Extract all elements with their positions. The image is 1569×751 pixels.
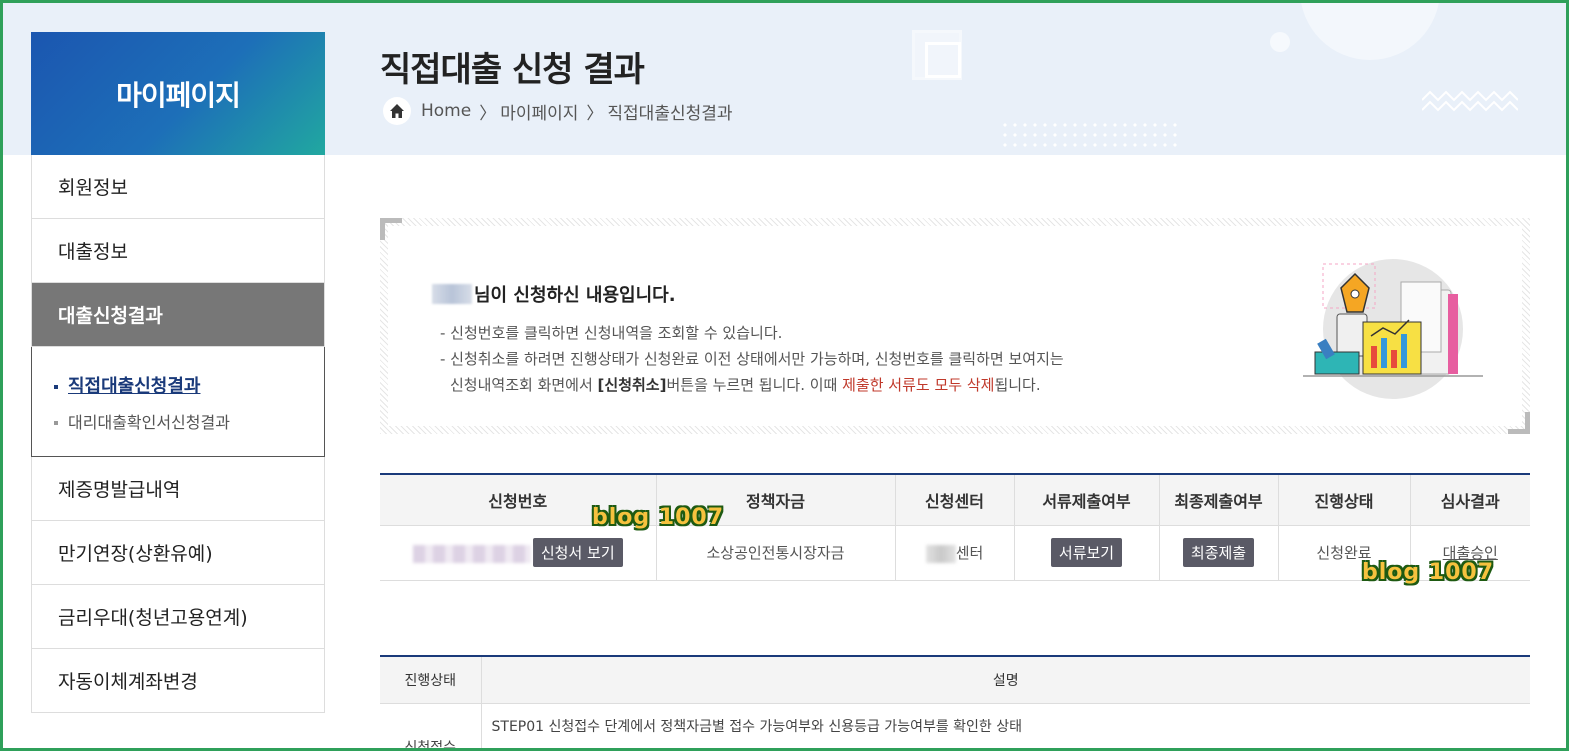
column-header: 진행상태 (1278, 474, 1411, 526)
notice-box: 님이 신청하신 내용입니다. - 신청번호를 클릭하면 신청내역을 조회할 수 … (380, 218, 1530, 434)
cell-fund: 소상공인전통시장자금 (656, 525, 896, 581)
cell-status: 신청접수 (380, 703, 482, 751)
column-header: 서류제출여부 (1014, 474, 1160, 526)
view-documents-button[interactable]: 서류보기 (1050, 538, 1123, 567)
home-icon[interactable] (383, 97, 411, 125)
notice-line-1: - 신청번호를 클릭하면 신청내역을 조회할 수 있습니다. (440, 324, 783, 342)
decor-circle (1300, 0, 1440, 60)
bullet-icon (54, 421, 58, 425)
column-header: 진행상태 (380, 656, 482, 704)
cell-apply-number: 신청서 보기 (380, 525, 657, 581)
notice-heading: 님이 신청하신 내용입니다. (432, 281, 676, 307)
sidebar-item-member-info[interactable]: 회원정보 (32, 155, 324, 219)
decor-zigzag (1422, 90, 1518, 112)
table-header-row: 신청번호 정책자금 신청센터 서류제출여부 최종제출여부 진행상태 심사결과 (380, 474, 1530, 526)
cell-final: 최종제출 (1159, 525, 1279, 581)
notice-line-3: 신청내역조회 화면에서 [신청취소]버튼을 누르면 됩니다. 이때 제출한 서류… (440, 372, 1064, 398)
sidebar-item-loan-info[interactable]: 대출정보 (32, 219, 324, 283)
loan-result-table: 신청번호 정책자금 신청센터 서류제출여부 최종제출여부 진행상태 심사결과 신… (380, 473, 1530, 581)
sidebar-menu: 회원정보 대출정보 대출신청결과 직접대출신청결과 대리대출확인서신청결과 제증… (31, 155, 325, 713)
table-row: 신청서 보기 소상공인전통시장자금 센터 서류보기 최종제출 신청완료 대출승인 (380, 525, 1530, 581)
table-row: 신청접수 STEP01 신청접수 단계에서 정책자금별 접수 가능여부와 신용등… (380, 703, 1530, 751)
sidebar-title: 마이페이지 (31, 32, 325, 155)
redacted-name (432, 284, 472, 304)
breadcrumb-mypage[interactable]: 마이페이지 (500, 99, 578, 124)
notice-line-3b: [신청취소] (597, 376, 667, 394)
page-title: 직접대출 신청 결과 (380, 50, 645, 90)
decor-square (925, 42, 961, 78)
breadcrumb: Home 〉 마이페이지 〉 직접대출신청결과 (383, 97, 733, 125)
table-header-row: 진행상태 설명 (380, 656, 1530, 704)
decor-dots (1000, 120, 1180, 150)
corner-decoration (380, 218, 402, 240)
sidebar-item-certificates[interactable]: 제증명발급내역 (32, 457, 324, 521)
watermark-text: blog 1007 (1362, 560, 1495, 585)
sidebar-item-auto-transfer[interactable]: 자동이체계좌변경 (32, 649, 324, 713)
submenu-item-label: 직접대출신청결과 (68, 376, 201, 397)
decor-dot (1270, 32, 1290, 52)
center-suffix: 센터 (955, 544, 984, 562)
notice-line-2: - 신청취소를 하려면 진행상태가 신청완료 이전 상태에서만 가능하며, 신청… (440, 350, 1064, 368)
submenu-item-direct-loan-results[interactable]: 직접대출신청결과 (54, 369, 324, 405)
view-application-button[interactable]: 신청서 보기 (532, 538, 623, 567)
submenu-item-label: 대리대출확인서신청결과 (68, 413, 230, 432)
submenu-item-proxy-loan-results[interactable]: 대리대출확인서신청결과 (54, 405, 324, 441)
redacted-center (925, 544, 956, 563)
notice-line-3e: 됩니다. (994, 376, 1041, 394)
sidebar-item-maturity-extension[interactable]: 만기연장(상환유예) (32, 521, 324, 585)
bullet-icon (54, 385, 58, 389)
chevron-right-icon: 〉 (479, 103, 497, 124)
redacted-apply-number[interactable] (412, 544, 531, 563)
cell-center: 센터 (895, 525, 1015, 581)
notice-heading-text: 님이 신청하신 내용입니다. (474, 285, 676, 306)
column-header: 심사결과 (1410, 474, 1530, 526)
notice-warning: 제출한 서류도 모두 삭제 (842, 376, 995, 394)
cell-docs: 서류보기 (1014, 525, 1160, 581)
notice-inner: 님이 신청하신 내용입니다. - 신청번호를 클릭하면 신청내역을 조회할 수 … (380, 218, 1530, 434)
notice-line-3a: 신청내역조회 화면에서 (450, 376, 598, 394)
column-header: 최종제출여부 (1159, 474, 1279, 526)
sidebar-item-loan-results[interactable]: 대출신청결과 (32, 283, 324, 347)
corner-decoration (1508, 412, 1530, 434)
sidebar-item-rate-discount[interactable]: 금리우대(청년고용연계) (32, 585, 324, 649)
document-illustration-icon (1303, 259, 1483, 399)
column-header: 신청센터 (895, 474, 1015, 526)
notice-lines: - 신청번호를 클릭하면 신청내역을 조회할 수 있습니다. - 신청취소를 하… (440, 320, 1064, 398)
breadcrumb-home[interactable]: Home (421, 101, 471, 121)
column-header: 설명 (481, 656, 1530, 704)
sidebar-submenu: 직접대출신청결과 대리대출확인서신청결과 (31, 347, 325, 457)
notice-line-3c: 버튼을 누르면 됩니다. 이때 (666, 376, 843, 394)
cell-description: STEP01 신청접수 단계에서 정책자금별 접수 가능여부와 신용등급 가능여… (481, 703, 1530, 751)
final-submit-button[interactable]: 최종제출 (1182, 538, 1255, 567)
watermark-text: blog 1007 (592, 505, 725, 530)
chevron-right-icon: 〉 (586, 103, 604, 124)
status-description-table: 진행상태 설명 신청접수 STEP01 신청접수 단계에서 정책자금별 접수 가… (380, 655, 1530, 751)
breadcrumb-current: 직접대출신청결과 (607, 103, 733, 124)
